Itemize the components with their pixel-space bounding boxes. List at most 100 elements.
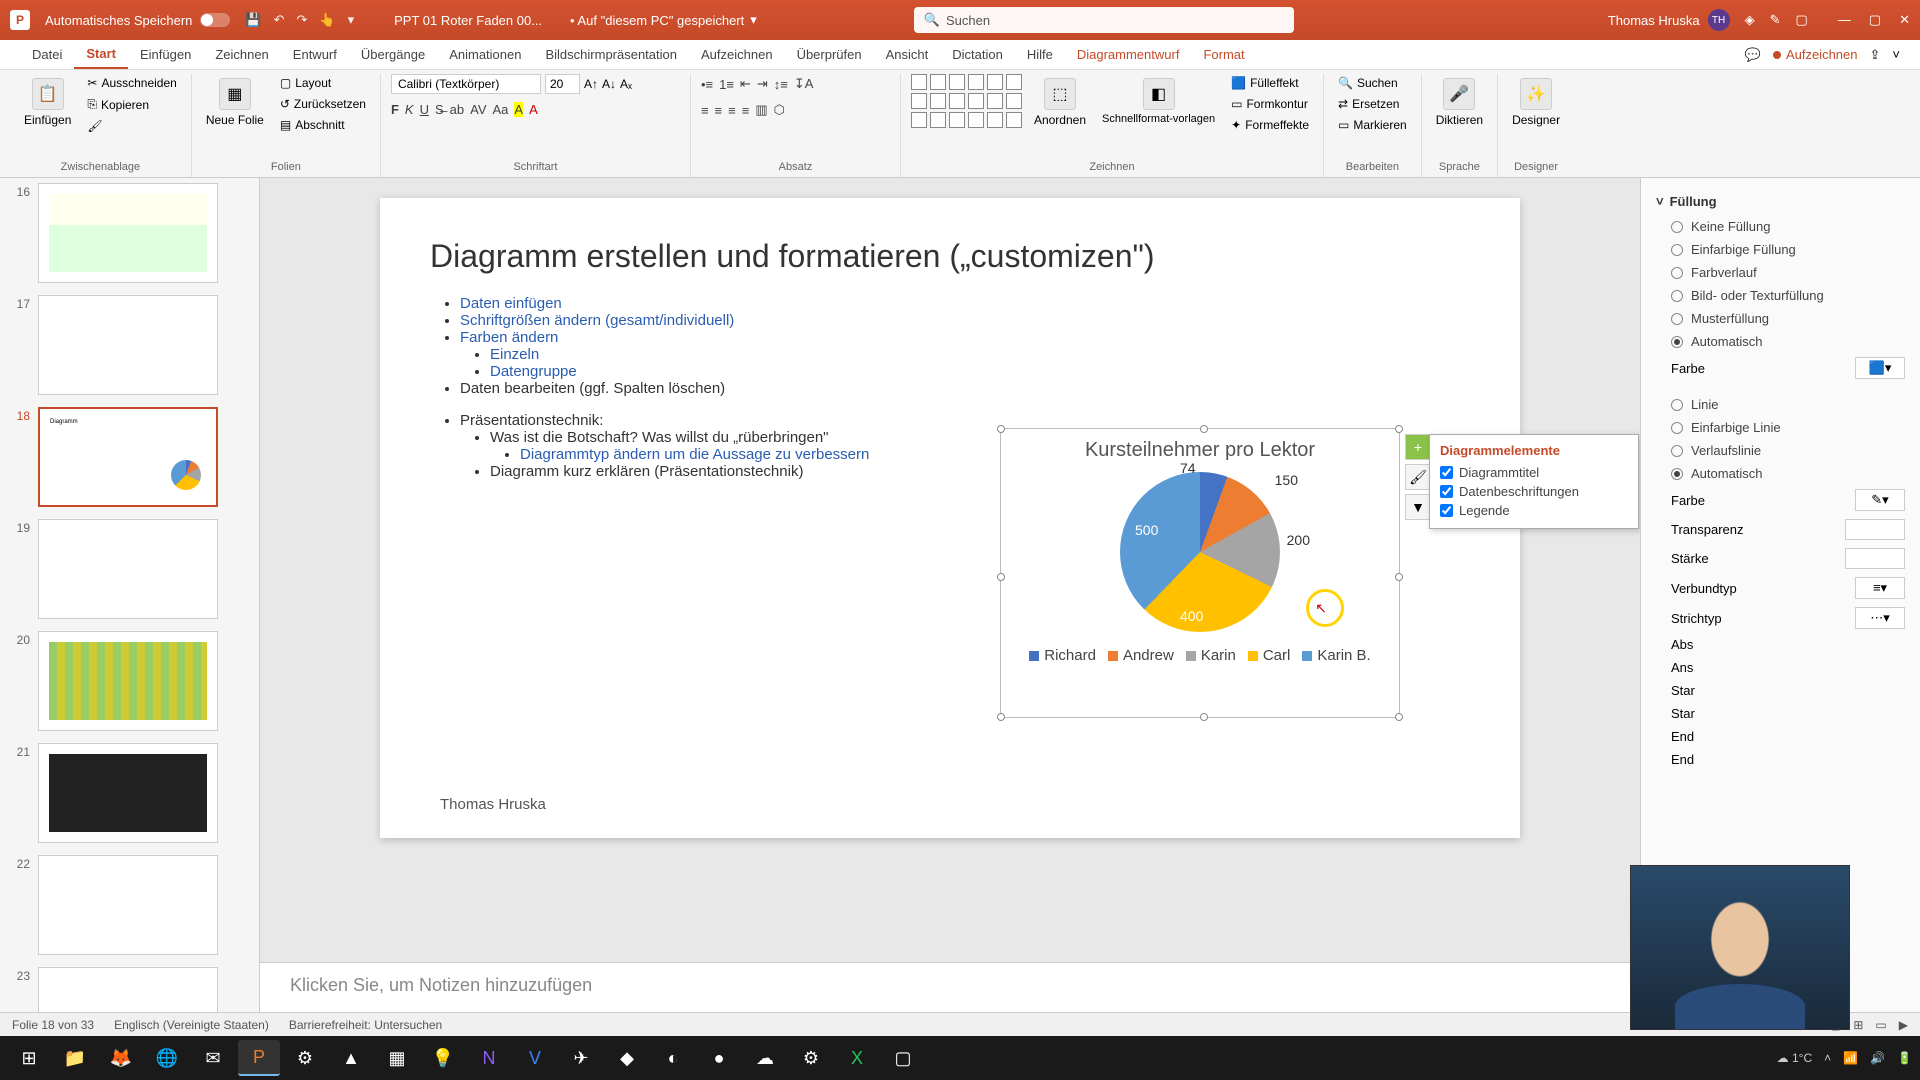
slide-title[interactable]: Diagramm erstellen und formatieren („cus… [430, 238, 1470, 275]
app-icon-1[interactable]: ⚙ [284, 1040, 326, 1076]
radio-farbverlauf[interactable]: Farbverlauf [1656, 261, 1905, 284]
new-slide-button[interactable]: ▦ Neue Folie [202, 74, 268, 131]
shapes-gallery[interactable] [911, 74, 1022, 128]
save-icon[interactable]: 💾 [245, 12, 261, 28]
chart-legend[interactable]: Richard Andrew Karin Carl Karin B. [1001, 642, 1399, 669]
comments-icon[interactable]: 💬 [1745, 47, 1761, 63]
align-center-icon[interactable]: ≡ [715, 103, 723, 118]
farbe2-row[interactable]: Farbe✎▾ [1656, 485, 1905, 515]
quickstyles-button[interactable]: ◧ Schnellformat-vorlagen [1098, 74, 1219, 129]
transparenz-row[interactable]: Transparenz [1656, 515, 1905, 544]
strike-icon[interactable]: S̶ [435, 102, 444, 117]
slide-counter[interactable]: Folie 18 von 33 [12, 1018, 94, 1032]
record-button[interactable]: Aufzeichnen [1773, 47, 1858, 62]
chart-styles-button[interactable]: 🖌 [1405, 464, 1431, 490]
tab-datei[interactable]: Datei [20, 40, 74, 69]
app-icon-6[interactable]: ◐ [652, 1040, 694, 1076]
tray-wifi-icon[interactable]: 📶 [1843, 1051, 1858, 1065]
radio-automatisch[interactable]: Automatisch [1656, 330, 1905, 353]
fill-button[interactable]: 🟦 Fülleffekt [1227, 74, 1313, 92]
chart-title[interactable]: Kursteilnehmer pro Lektor [1001, 429, 1399, 462]
tab-diagrammentwurf[interactable]: Diagrammentwurf [1065, 40, 1192, 69]
align-left-icon[interactable]: ≡ [701, 103, 709, 118]
app-icon-3[interactable]: 💡 [422, 1040, 464, 1076]
thumb-16[interactable]: 16 [10, 183, 249, 283]
app-icon-8[interactable]: ☁ [744, 1040, 786, 1076]
radio-auto-linie[interactable]: Automatisch [1656, 462, 1905, 485]
font-family-select[interactable]: Calibri (Textkörper) [391, 74, 541, 94]
tray-volume-icon[interactable]: 🔊 [1870, 1051, 1885, 1065]
explorer-icon[interactable]: 📁 [54, 1040, 96, 1076]
pen-icon[interactable]: ✎ [1770, 12, 1781, 28]
tab-start[interactable]: Start [74, 40, 128, 69]
sorter-view-icon[interactable]: ⊞ [1853, 1018, 1863, 1032]
smartart-icon[interactable]: ⬡ [774, 102, 785, 118]
columns-icon[interactable]: ▥ [755, 102, 767, 118]
tab-uebergaenge[interactable]: Übergänge [349, 40, 437, 69]
paste-button[interactable]: 📋 Einfügen [20, 74, 75, 131]
collapse-ribbon-icon[interactable]: ˅ [1892, 47, 1900, 62]
chrome-icon[interactable]: 🌐 [146, 1040, 188, 1076]
thumb-17[interactable]: 17 [10, 295, 249, 395]
radio-muster[interactable]: Musterfüllung [1656, 307, 1905, 330]
designer-button[interactable]: ✨ Designer [1508, 74, 1564, 131]
app-icon-4[interactable]: V [514, 1040, 556, 1076]
language-indicator[interactable]: Englisch (Vereinigte Staaten) [114, 1018, 269, 1032]
qat-dropdown-icon[interactable]: ▾ [348, 12, 355, 28]
line-spacing-icon[interactable]: ↕≡ [774, 77, 788, 92]
radio-einfarbige-linie[interactable]: Einfarbige Linie [1656, 416, 1905, 439]
text-direction-icon[interactable]: ↧A [794, 76, 814, 92]
powerpoint-icon[interactable]: P [238, 1040, 280, 1076]
accessibility-indicator[interactable]: Barrierefreiheit: Untersuchen [289, 1018, 442, 1032]
checkbox-datenbeschriftungen[interactable]: Datenbeschriftungen [1440, 482, 1628, 501]
copy-button[interactable]: ⎘ Kopieren [83, 95, 180, 114]
section-fuellung[interactable]: ˅ Füllung [1656, 188, 1905, 215]
minimize-icon[interactable]: — [1838, 12, 1851, 28]
thumb-19[interactable]: 19 [10, 519, 249, 619]
tab-hilfe[interactable]: Hilfe [1015, 40, 1065, 69]
layout-button[interactable]: ▢ Layout [276, 74, 370, 92]
search-input[interactable]: 🔍 Suchen [914, 7, 1294, 33]
reading-view-icon[interactable]: ▭ [1875, 1018, 1886, 1032]
telegram-icon[interactable]: ✈ [560, 1040, 602, 1076]
font-size-select[interactable]: 20 [545, 74, 580, 94]
justify-icon[interactable]: ≡ [742, 103, 750, 118]
app-icon-2[interactable]: ▦ [376, 1040, 418, 1076]
tab-aufzeichnen[interactable]: Aufzeichnen [689, 40, 785, 69]
staerke-row[interactable]: Stärke [1656, 544, 1905, 573]
section-button[interactable]: ▤ Abschnitt [276, 116, 370, 134]
outdent-icon[interactable]: ⇤ [740, 76, 751, 92]
checkbox-legende[interactable]: Legende [1440, 501, 1628, 520]
increase-font-icon[interactable]: A↑ [584, 77, 598, 91]
indent-icon[interactable]: ⇥ [757, 76, 768, 92]
bullets-icon[interactable]: •≡ [701, 77, 713, 92]
chart-elements-button[interactable]: + [1405, 434, 1431, 460]
title-dropdown-icon[interactable]: ▾ [750, 12, 757, 28]
thumb-22[interactable]: 22 [10, 855, 249, 955]
touch-icon[interactable]: 👆 [319, 12, 335, 28]
autosave-toggle[interactable]: Automatisches Speichern [45, 13, 230, 28]
verbundtyp-row[interactable]: Verbundtyp≡▾ [1656, 573, 1905, 603]
checkbox-diagrammtitel[interactable]: Diagrammtitel [1440, 463, 1628, 482]
redo-icon[interactable]: ↷ [297, 12, 308, 28]
radio-bild-textur[interactable]: Bild- oder Texturfüllung [1656, 284, 1905, 307]
align-right-icon[interactable]: ≡ [728, 103, 736, 118]
vlc-icon[interactable]: ▲ [330, 1040, 372, 1076]
tab-dictation[interactable]: Dictation [940, 40, 1015, 69]
chart-filter-button[interactable]: ▼ [1405, 494, 1431, 520]
replace-button[interactable]: ⇄ Ersetzen [1334, 95, 1411, 113]
radio-einfarbig[interactable]: Einfarbige Füllung [1656, 238, 1905, 261]
share-icon[interactable]: ⇪ [1870, 47, 1881, 63]
thumb-18[interactable]: 18Diagramm [10, 407, 249, 507]
font-color-icon[interactable]: A [529, 102, 538, 117]
outlook-icon[interactable]: ✉ [192, 1040, 234, 1076]
tab-bildschirm[interactable]: Bildschirmpräsentation [533, 40, 689, 69]
diamond-icon[interactable]: ◈ [1745, 12, 1755, 28]
strichtyp-row[interactable]: Strichtyp⋯▾ [1656, 603, 1905, 633]
close-icon[interactable]: ✕ [1899, 12, 1910, 28]
user-account[interactable]: Thomas Hruska TH [1608, 9, 1730, 31]
onenote-icon[interactable]: N [468, 1040, 510, 1076]
dictate-button[interactable]: 🎤 Diktieren [1432, 74, 1487, 131]
bold-icon[interactable]: F [391, 102, 399, 117]
cut-button[interactable]: ✂ Ausschneiden [83, 74, 180, 92]
